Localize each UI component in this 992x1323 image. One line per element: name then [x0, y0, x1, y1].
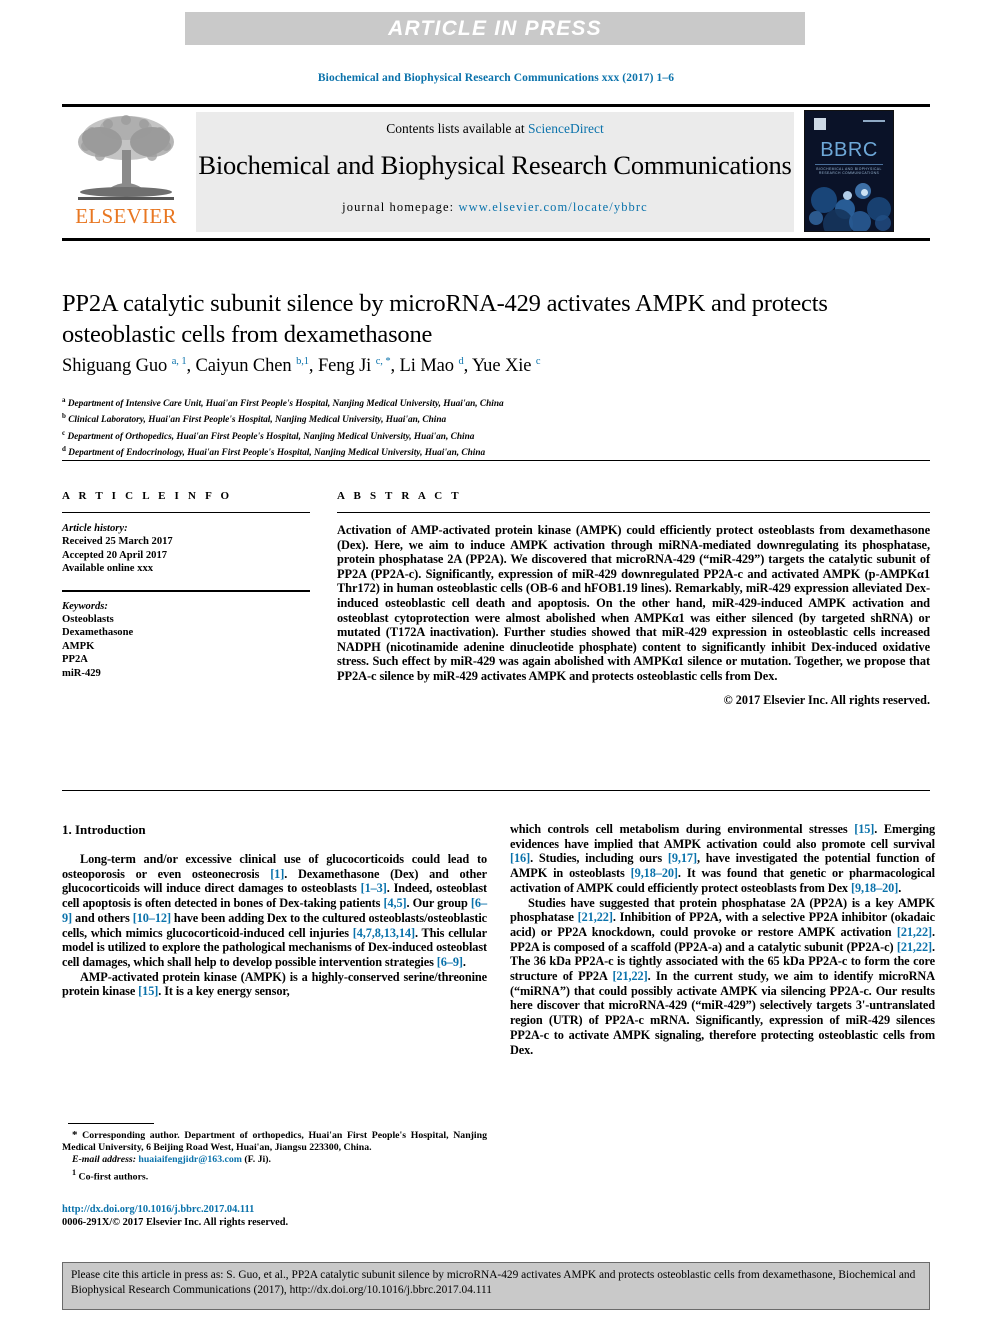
elsevier-logo: ELSEVIER — [62, 112, 190, 232]
journal-homepage-line: journal homepage: www.elsevier.com/locat… — [196, 200, 794, 215]
abstract-rule — [337, 512, 930, 513]
keyword-item: Dexamethasone — [62, 627, 134, 639]
keyword-item: miR-429 — [62, 667, 101, 679]
keywords-block: Keywords: Osteoblasts Dexamethasone AMPK… — [62, 600, 310, 680]
article-info-panel: A R T I C L E I N F O Article history: R… — [62, 490, 310, 680]
cover-bokeh — [875, 215, 891, 231]
paragraph: AMP-activated protein kinase (AMPK) is a… — [62, 969, 487, 999]
cover-bokeh — [861, 189, 868, 196]
paper-page: ARTICLE IN PRESS Biochemical and Biophys… — [0, 0, 992, 1323]
keyword-item: PP2A — [62, 654, 88, 666]
masthead-bottom-rule — [62, 238, 930, 241]
affiliation-item: c Department of Orthopedics, Huai'an Fir… — [62, 427, 852, 443]
article-title: PP2A catalytic subunit silence by microR… — [62, 290, 828, 348]
doi-url[interactable]: http://dx.doi.org/10.1016/j.bbrc.2017.04… — [62, 1203, 487, 1216]
abstract-bottom-divider — [62, 790, 930, 791]
cover-bokeh — [849, 211, 871, 231]
journal-homepage-url[interactable]: www.elsevier.com/locate/ybbrc — [458, 200, 647, 214]
article-history-label: Article history: — [62, 523, 128, 534]
article-in-press-banner: ARTICLE IN PRESS — [185, 12, 805, 45]
article-info-heading: A R T I C L E I N F O — [62, 490, 233, 502]
paragraph: Studies have suggested that protein phos… — [510, 895, 935, 1057]
cover-issn-bar — [863, 120, 885, 122]
section-heading-introduction: 1. Introduction — [62, 822, 146, 837]
cover-title: BBRC — [820, 139, 878, 161]
paragraph: which controls cell metabolism during en… — [510, 822, 935, 895]
affiliation-text: Department of Orthopedics, Huai'an First… — [67, 431, 475, 442]
email-author: (F. Ji). — [244, 1154, 271, 1166]
affiliation-list: a Department of Intensive Care Unit, Hua… — [62, 394, 852, 460]
journal-title: Biochemical and Biophysical Research Com… — [198, 150, 792, 180]
journal-cover-thumbnail: BBRC BIOCHEMICAL AND BIOPHYSICAL RESEARC… — [804, 110, 894, 232]
abstract-heading: A B S T R A C T — [337, 490, 462, 502]
elsevier-tree-icon — [78, 115, 174, 200]
affiliation-text: Department of Endocrinology, Huai'an Fir… — [68, 448, 486, 459]
keywords-label: Keywords: — [62, 600, 108, 612]
affiliation-mark: a — [62, 396, 66, 404]
article-in-press-label: ARTICLE IN PRESS — [388, 16, 602, 40]
affiliation-text: Department of Intensive Care Unit, Huai'… — [67, 399, 504, 410]
body-column-left: 1. Introduction Long-term and/or excessi… — [62, 822, 487, 999]
masthead-top-rule — [62, 104, 930, 107]
cofirst-text: Co-first authors. — [78, 1170, 149, 1182]
paragraph: Long-term and/or excessive clinical use … — [62, 852, 488, 969]
abstract-panel: A B S T R A C T Activation of AMP-activa… — [337, 490, 930, 708]
cover-bokeh — [809, 211, 823, 225]
affiliation-mark: b — [62, 412, 66, 421]
article-info-rule — [62, 512, 310, 513]
footnote-divider — [68, 1123, 154, 1124]
keywords-rule — [62, 589, 310, 592]
affiliation-divider — [62, 460, 930, 461]
journal-running-head: Biochemical and Biophysical Research Com… — [317, 72, 675, 84]
cofirst-author-note: 1 Co-first authors. — [62, 1167, 487, 1183]
contents-list-label: Contents lists available at — [386, 121, 528, 136]
keyword-item: Osteoblasts — [62, 614, 114, 626]
affiliation-item: d Department of Endocrinology, Huai'an F… — [62, 443, 852, 459]
contents-list-line: Contents lists available at ScienceDirec… — [196, 121, 794, 137]
cite-this-article-box: Please cite this article in press as: S.… — [62, 1262, 930, 1310]
sciencedirect-link[interactable]: ScienceDirect — [528, 121, 604, 136]
article-history-block: Article history: Received 25 March 2017 … — [62, 522, 310, 576]
doi-block: http://dx.doi.org/10.1016/j.bbrc.2017.04… — [62, 1203, 487, 1229]
affiliation-mark: d — [62, 445, 66, 454]
footnote-block: * Corresponding author. Department of or… — [62, 1129, 487, 1183]
cite-this-article-text: Please cite this article in press as: S.… — [71, 1269, 916, 1296]
body-column-right: which controls cell metabolism during en… — [510, 822, 935, 1057]
masthead-center-panel: Contents lists available at ScienceDirec… — [196, 112, 794, 232]
author-list: Shiguang Guo a, 1, Caiyun Chen b,1, Feng… — [62, 356, 541, 377]
abstract-copyright: © 2017 Elsevier Inc. All rights reserved… — [723, 692, 930, 707]
affiliation-mark: c — [62, 428, 66, 437]
article-history-item: Received 25 March 2017 — [62, 536, 173, 548]
cover-subtitle: BIOCHEMICAL AND BIOPHYSICAL RESEARCH COM… — [816, 167, 882, 175]
keyword-item: AMPK — [62, 640, 95, 652]
abstract-text: Activation of AMP-activated protein kina… — [337, 523, 930, 683]
email-address[interactable]: huaiaifengjidr@163.com — [138, 1154, 242, 1165]
cover-rule — [815, 164, 883, 165]
journal-homepage-label: journal homepage: — [342, 200, 459, 214]
corresponding-author-note: * Corresponding author. Department of or… — [62, 1129, 487, 1154]
affiliation-item: a Department of Intensive Care Unit, Hua… — [62, 394, 852, 410]
cover-publisher-logo-icon — [814, 118, 826, 130]
elsevier-wordmark: ELSEVIER — [75, 204, 177, 228]
cover-bokeh — [843, 191, 852, 200]
journal-masthead: ELSEVIER Contents lists available at Sci… — [62, 104, 930, 241]
article-history-item: Available online xxx — [62, 563, 154, 575]
email-label: E-mail address: — [72, 1154, 136, 1166]
affiliation-text: Clinical Laboratory, Huai'an First Peopl… — [68, 415, 447, 426]
issn-copyright-line: 0006-291X/© 2017 Elsevier Inc. All right… — [62, 1217, 289, 1229]
affiliation-item: b Clinical Laboratory, Huai'an First Peo… — [62, 410, 852, 426]
cofirst-mark: 1 — [72, 1167, 77, 1177]
email-note: E-mail address: huaiaifengjidr@163.com (… — [62, 1154, 487, 1166]
article-history-item: Accepted 20 April 2017 — [62, 549, 168, 561]
